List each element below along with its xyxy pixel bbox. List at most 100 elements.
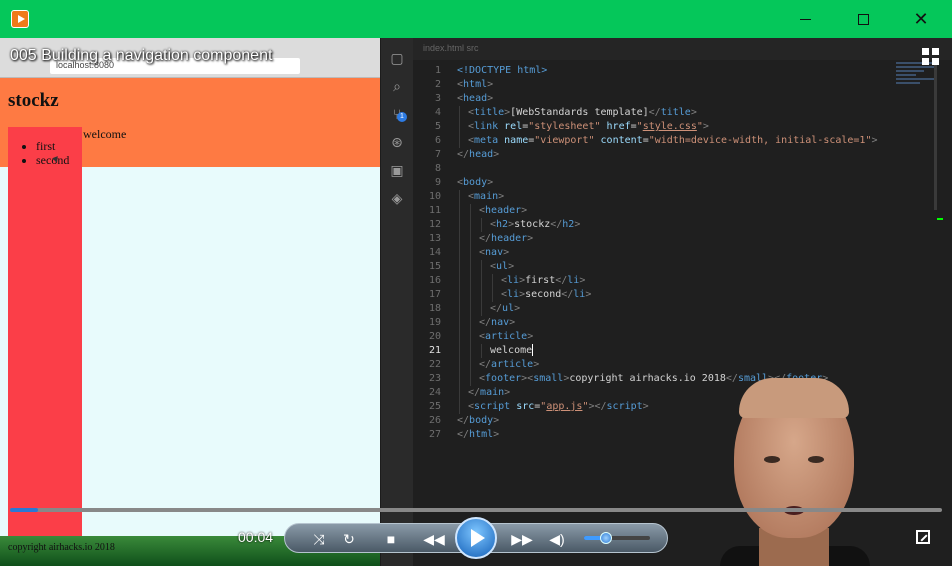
indent-guide xyxy=(459,302,460,316)
code-token: article xyxy=(485,331,528,342)
code-token: </ xyxy=(457,415,470,426)
docker-icon: ◈ xyxy=(391,190,403,206)
volume-knob[interactable] xyxy=(599,532,612,544)
shuffle-button[interactable]: ⤨ xyxy=(307,524,331,554)
indent-guide xyxy=(481,218,482,232)
line-number: 8 xyxy=(434,163,441,174)
code-token: article xyxy=(491,359,534,370)
code-text: <script src="app.js"></script> xyxy=(468,400,649,414)
code-token: ></ xyxy=(588,401,607,412)
indent-guide xyxy=(481,344,482,358)
site-nav: first second xyxy=(8,127,82,552)
code-line[interactable]: 5 <link rel="stylesheet" href="style.css"… xyxy=(413,120,913,134)
fullscreen-icon[interactable] xyxy=(916,530,930,544)
code-text: <html> xyxy=(457,78,493,92)
stop-button[interactable]: ■ xyxy=(381,524,401,554)
maximize-button[interactable] xyxy=(834,0,892,38)
debug-icon: ⊛ xyxy=(391,134,403,150)
code-line[interactable]: 7 </head> xyxy=(413,148,913,162)
code-text: <title>[WebStandards template]</title> xyxy=(468,106,697,120)
code-token: </ xyxy=(479,359,492,370)
code-line[interactable]: 6 <meta name="viewport" content="width=de… xyxy=(413,134,913,148)
code-line[interactable]: 18 </ul> xyxy=(413,302,913,316)
code-token: [WebStandards template] xyxy=(510,107,649,118)
code-editor: ▢ ⌕ ⑂ 1 ⊛ ▣ ◈ index.html src 1 <!DOCTYPE … xyxy=(381,38,952,566)
volume-slider[interactable] xyxy=(584,536,650,540)
code-text: <article> xyxy=(479,330,533,344)
code-line[interactable]: 13 </header> xyxy=(413,232,913,246)
code-token: name xyxy=(504,135,529,146)
code-line[interactable]: 19 </nav> xyxy=(413,316,913,330)
code-token: > xyxy=(493,149,500,160)
volume-button[interactable]: ◀) xyxy=(547,524,567,554)
indent-guide xyxy=(470,344,471,358)
indent-guide xyxy=(470,288,471,302)
switch-to-library-icon[interactable] xyxy=(922,48,940,66)
window-titlebar: ✕ xyxy=(0,0,952,38)
code-line[interactable]: 20 <article> xyxy=(413,330,913,344)
code-token: </ xyxy=(561,289,574,300)
code-token: second xyxy=(525,289,562,300)
indent-guide xyxy=(470,204,471,218)
code-line[interactable]: 22 </article> xyxy=(413,358,913,372)
code-token: > xyxy=(514,303,521,314)
previous-icon: ◀◀ xyxy=(423,530,445,547)
code-line[interactable]: 17 <li>second</li> xyxy=(413,288,913,302)
line-number: 9 xyxy=(434,177,441,188)
code-line[interactable]: 21 welcome xyxy=(413,344,913,358)
code-token: src xyxy=(516,401,535,412)
previous-button[interactable]: ◀◀ xyxy=(417,524,451,554)
seek-progress xyxy=(10,508,38,512)
text-caret xyxy=(532,344,534,356)
media-player-icon xyxy=(11,10,29,28)
minimize-icon xyxy=(799,18,811,20)
code-text: <li>second</li> xyxy=(501,288,591,302)
indent-guide xyxy=(470,372,471,386)
code-line[interactable]: 12 <h2>stockz</h2> xyxy=(413,218,913,232)
indent-guide xyxy=(470,330,471,344)
code-text: <h2>stockz</h2> xyxy=(490,218,580,232)
code-line[interactable]: 8 xyxy=(413,162,913,176)
code-token: > xyxy=(521,205,528,216)
code-line[interactable]: 14 <nav> xyxy=(413,246,913,260)
minimize-button[interactable] xyxy=(776,0,834,38)
code-line[interactable]: 16 <li>first</li> xyxy=(413,274,913,288)
code-token: head xyxy=(463,93,488,104)
code-token: href xyxy=(606,121,631,132)
code-token: stockz xyxy=(514,219,551,230)
code-text: </nav> xyxy=(479,316,515,330)
presenter-eye-left xyxy=(764,456,780,463)
code-text: <li>first</li> xyxy=(501,274,585,288)
close-button[interactable]: ✕ xyxy=(892,0,950,38)
code-line[interactable]: 1 <!DOCTYPE html> xyxy=(413,64,913,78)
next-button[interactable]: ▶▶ xyxy=(505,524,539,554)
indent-guide xyxy=(459,386,460,400)
code-token: </ xyxy=(550,219,563,230)
code-line[interactable]: 11 <header> xyxy=(413,204,913,218)
code-line[interactable]: 4 <title>[WebStandards template]</title> xyxy=(413,106,913,120)
indent-guide xyxy=(492,274,493,288)
code-token: li xyxy=(573,289,586,300)
code-token: > xyxy=(508,261,515,272)
video-surface[interactable]: localhost:8080 stockz first second welco… xyxy=(0,38,952,566)
line-number: 10 xyxy=(428,191,441,202)
line-number: 12 xyxy=(428,219,441,230)
code-text: <link rel="stylesheet" href="style.css"> xyxy=(468,120,709,134)
code-line[interactable]: 3 <head> xyxy=(413,92,913,106)
code-line[interactable]: 10 <main> xyxy=(413,190,913,204)
browser-preview: localhost:8080 stockz first second welco… xyxy=(0,38,380,566)
seek-bar[interactable] xyxy=(10,508,942,512)
code-line[interactable]: 15 <ul> xyxy=(413,260,913,274)
presenter-hair xyxy=(739,378,849,418)
code-token: <!DOCTYPE html> xyxy=(457,65,548,76)
line-number: 25 xyxy=(428,401,441,412)
indent-guide xyxy=(470,316,471,330)
code-line[interactable]: 9 <body> xyxy=(413,176,913,190)
scrollbar-track xyxy=(934,60,937,210)
code-text: </head> xyxy=(457,148,499,162)
code-token: nav xyxy=(491,317,510,328)
repeat-button[interactable]: ↻ xyxy=(337,524,361,554)
code-text: </main> xyxy=(468,386,510,400)
play-button[interactable] xyxy=(455,517,497,559)
code-line[interactable]: 2 <html> xyxy=(413,78,913,92)
